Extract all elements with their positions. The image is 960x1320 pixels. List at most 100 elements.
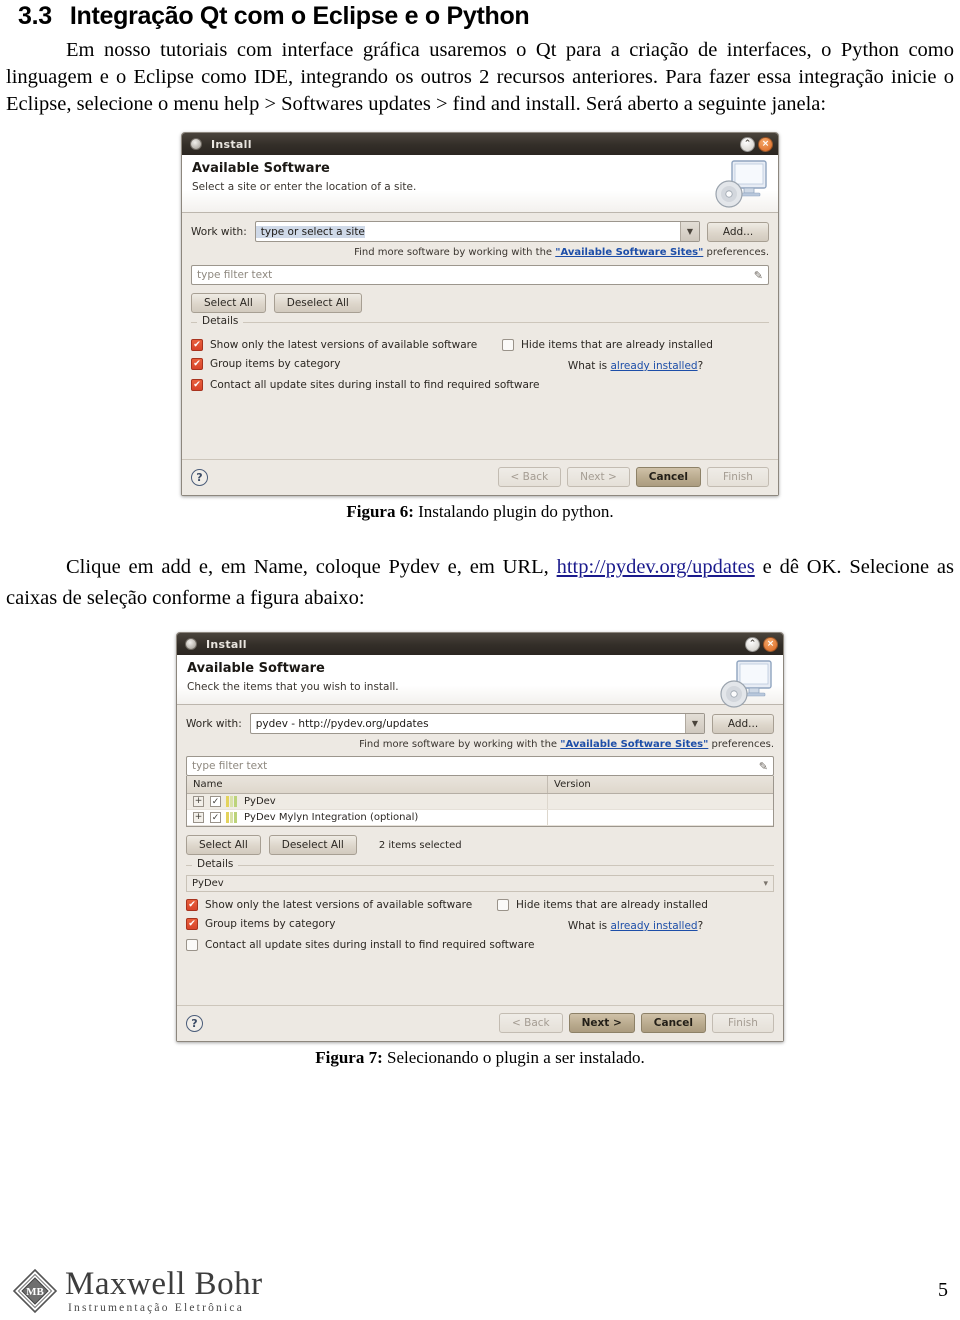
- details-group-label: Details: [197, 315, 244, 327]
- work-with-combo[interactable]: pydev - http://pydev.org/updates ▼: [249, 713, 705, 734]
- clear-filter-icon[interactable]: ✎: [759, 760, 768, 773]
- deselect-all-button[interactable]: Deselect All: [268, 835, 357, 855]
- page-title: 3.3 Integração Qt com o Eclipse e o Pytho…: [18, 2, 956, 31]
- chevron-down-icon[interactable]: ▼: [685, 714, 704, 733]
- restore-window-icon[interactable]: ⌃: [745, 636, 760, 652]
- checkbox-contact-update-sites[interactable]: Contact all update sites during install …: [186, 939, 774, 951]
- work-with-value[interactable]: type or select a site: [255, 225, 365, 238]
- checkbox-label: Contact all update sites during install …: [205, 939, 535, 951]
- checkbox-icon[interactable]: [191, 358, 203, 370]
- company-logo: MB Maxwell Bohr Instrumentação Eletrônic…: [12, 1265, 263, 1315]
- expand-icon[interactable]: +: [193, 812, 204, 823]
- dialog2-banner-subtitle: Check the items that you wish to install…: [187, 681, 399, 693]
- column-header-name: Name: [187, 776, 548, 793]
- instruction-paragraph: Clique em add e, em Name, coloque Pydev …: [6, 552, 954, 614]
- finish-button: Finish: [712, 1013, 774, 1033]
- help-icon[interactable]: ?: [191, 468, 208, 486]
- checkbox-group-by-category[interactable]: Group items by category: [186, 918, 491, 930]
- logo-tagline: Instrumentação Eletrônica: [68, 1301, 245, 1314]
- monitor-disc-icon: [720, 660, 772, 708]
- figure-6-label: Figura 6:: [346, 502, 414, 521]
- already-installed-link[interactable]: already installed: [610, 920, 697, 932]
- restore-window-icon[interactable]: ⌃: [740, 136, 755, 152]
- available-software-table[interactable]: Name Version + ✓ PyDev + ✓ PyDev Mylyn I…: [186, 776, 774, 827]
- dialog2-window-controls[interactable]: ⌃ ×: [745, 636, 778, 652]
- pydev-updates-link[interactable]: http://pydev.org/updates: [557, 556, 755, 578]
- column-header-version: Version: [554, 779, 591, 790]
- selection-status: 2 items selected: [378, 839, 462, 851]
- install-dialog-available-software[interactable]: Install ⌃ × Available Software Select a …: [181, 132, 779, 496]
- select-all-button[interactable]: Select All: [191, 293, 266, 313]
- dialog1-banner: Available Software Select a site or ente…: [182, 155, 778, 213]
- expand-icon[interactable]: +: [193, 796, 204, 807]
- add-site-button[interactable]: Add...: [707, 221, 769, 242]
- dialog1-options: Show only the latest versions of availab…: [191, 332, 769, 372]
- dialog1-filter-input[interactable]: type filter text ✎: [191, 265, 769, 285]
- work-with-value[interactable]: pydev - http://pydev.org/updates: [251, 718, 429, 730]
- table-row[interactable]: + ✓ PyDev Mylyn Integration (optional): [187, 810, 773, 826]
- row-version: [548, 800, 773, 804]
- checkbox-icon[interactable]: [191, 339, 203, 351]
- checkbox-label: Group items by category: [210, 358, 341, 370]
- row-checkbox-icon[interactable]: ✓: [210, 796, 221, 807]
- work-with-label: Work with:: [191, 225, 247, 238]
- add-site-button[interactable]: Add...: [712, 713, 774, 734]
- checkbox-icon[interactable]: [186, 918, 198, 930]
- monitor-disc-icon: [715, 160, 767, 208]
- cancel-button[interactable]: Cancel: [635, 467, 701, 487]
- deselect-all-button[interactable]: Deselect All: [273, 293, 362, 313]
- logo-name: Maxwell Bohr: [65, 1265, 263, 1302]
- figure-6-caption: Figura 6: Instalando plugin do python.: [4, 502, 956, 522]
- cancel-button[interactable]: Cancel: [640, 1013, 706, 1033]
- close-window-icon[interactable]: ×: [758, 136, 773, 152]
- checkbox-hide-installed[interactable]: Hide items that are already installed: [502, 339, 769, 351]
- svg-text:MB: MB: [26, 1286, 44, 1298]
- checkbox-contact-update-sites[interactable]: Contact all update sites during install …: [191, 379, 769, 391]
- dialog1-titlebar[interactable]: Install ⌃ ×: [182, 133, 778, 155]
- checkbox-icon[interactable]: [502, 339, 514, 351]
- select-all-button[interactable]: Select All: [186, 835, 261, 855]
- dialog1-footer: ? < Back Next > Cancel Finish: [182, 459, 778, 495]
- plugin-icon: [226, 812, 239, 823]
- checkbox-icon[interactable]: [497, 899, 509, 911]
- help-icon[interactable]: ?: [186, 1014, 203, 1032]
- dialog2-filter-input[interactable]: type filter text ✎: [186, 756, 774, 776]
- checkbox-icon[interactable]: [186, 939, 198, 951]
- dialog2-details-group: Details PyDev ▾ Show only the latest ver…: [186, 858, 774, 999]
- already-installed-link[interactable]: already installed: [610, 360, 697, 372]
- available-software-sites-link[interactable]: "Available Software Sites": [555, 247, 703, 258]
- dialog2-sites-hint: Find more software by working with the "…: [186, 739, 774, 750]
- details-stepper-icon[interactable]: ▾: [763, 879, 768, 889]
- dialog2-titlebar[interactable]: Install ⌃ ×: [177, 633, 783, 655]
- install-dialog-select-plugin[interactable]: Install ⌃ × Available Software Check the…: [176, 632, 784, 1042]
- next-button[interactable]: Next >: [568, 1013, 635, 1033]
- dialog1-window-controls[interactable]: ⌃ ×: [740, 136, 773, 152]
- checkbox-icon[interactable]: [186, 899, 198, 911]
- dialog2-body: Work with: pydev - http://pydev.org/upda…: [177, 705, 783, 1005]
- row-name: PyDev Mylyn Integration (optional): [244, 812, 419, 823]
- dialog2-options: Show only the latest versions of availab…: [186, 892, 774, 932]
- dialog1-work-with-row: Work with: type or select a site ▼ Add..…: [191, 221, 769, 242]
- checkbox-hide-installed[interactable]: Hide items that are already installed: [497, 899, 774, 911]
- details-value: PyDev: [192, 878, 224, 889]
- chevron-down-icon[interactable]: ▼: [680, 222, 699, 241]
- finish-button: Finish: [707, 467, 769, 487]
- work-with-combo[interactable]: type or select a site ▼: [254, 221, 700, 242]
- work-with-label: Work with:: [186, 717, 242, 730]
- table-row[interactable]: + ✓ PyDev: [187, 794, 773, 810]
- app-icon: [185, 638, 197, 650]
- checkbox-label: Show only the latest versions of availab…: [205, 899, 473, 911]
- close-window-icon[interactable]: ×: [763, 636, 778, 652]
- row-checkbox-icon[interactable]: ✓: [210, 812, 221, 823]
- next-button: Next >: [567, 467, 630, 487]
- dialog2-banner-title: Available Software: [187, 661, 325, 676]
- checkbox-icon[interactable]: [191, 379, 203, 391]
- checkbox-show-latest-versions[interactable]: Show only the latest versions of availab…: [191, 339, 496, 351]
- available-software-sites-link[interactable]: "Available Software Sites": [560, 739, 708, 750]
- diamond-monogram-icon: MB: [12, 1268, 58, 1313]
- checkbox-group-by-category[interactable]: Group items by category: [191, 358, 496, 370]
- clear-filter-icon[interactable]: ✎: [754, 269, 763, 282]
- figure-7-text: Selecionando o plugin a ser instalado.: [387, 1048, 645, 1067]
- document-page: 3.3 Integração Qt com o Eclipse e o Pytho…: [0, 2, 960, 1068]
- checkbox-show-latest-versions[interactable]: Show only the latest versions of availab…: [186, 899, 491, 911]
